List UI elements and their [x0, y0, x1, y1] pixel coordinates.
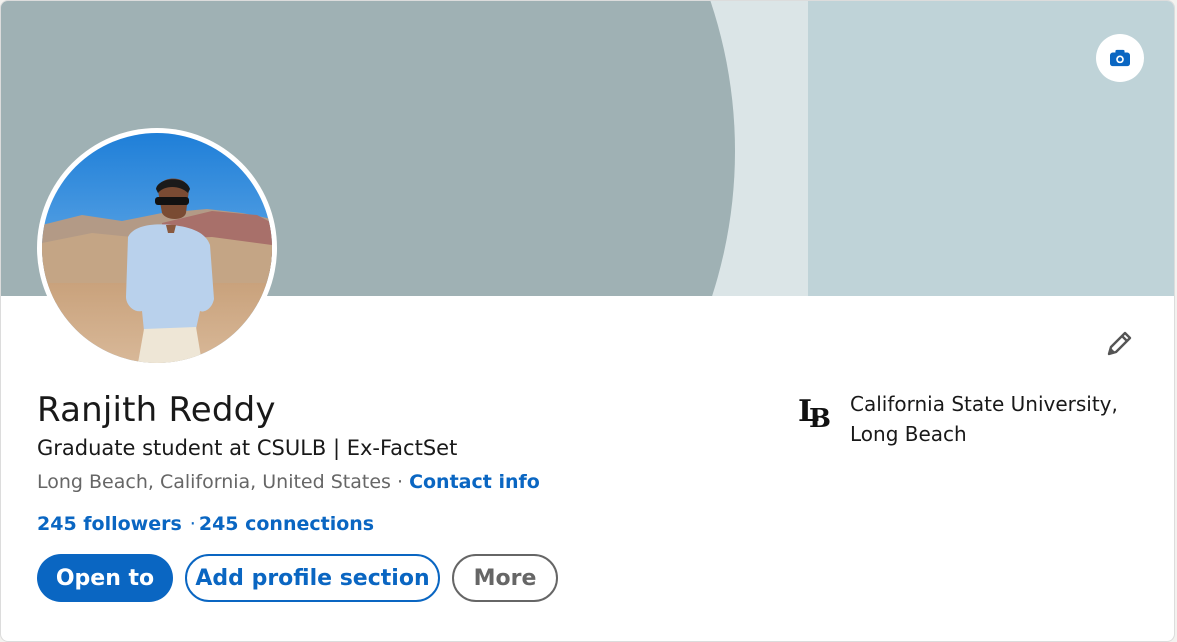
network-separator: ·	[189, 513, 196, 535]
open-to-button[interactable]: Open to	[37, 554, 173, 602]
profile-photo-image	[42, 133, 272, 363]
lb-logo-icon: L B	[798, 394, 831, 431]
school-name-line-2: Long Beach	[850, 422, 967, 446]
school-name: California State University, Long Beach	[850, 389, 1120, 449]
profile-card: Ranjith Reddy Graduate student at CSULB …	[0, 0, 1175, 642]
profile-name: Ranjith Reddy	[37, 390, 276, 430]
profile-headline: Graduate student at CSULB | Ex-FactSet	[37, 436, 458, 460]
contact-info-link[interactable]: Contact info	[409, 471, 540, 493]
svg-text:B: B	[809, 404, 831, 431]
school-name-line-1: California State University,	[850, 392, 1118, 416]
profile-location: Long Beach, California, United States	[37, 471, 391, 493]
location-line: Long Beach, California, United States · …	[37, 468, 540, 496]
pencil-icon	[1107, 331, 1132, 356]
education-item[interactable]: L B California State University, Long Be…	[797, 389, 1127, 449]
edit-background-button[interactable]	[1096, 34, 1144, 82]
profile-photo-illustration	[42, 133, 272, 363]
connections-link[interactable]: 245 connections	[199, 513, 374, 535]
camera-icon	[1110, 49, 1130, 67]
network-line: 245 followers · 245 connections	[37, 510, 374, 538]
followers-link[interactable]: 245 followers	[37, 513, 182, 535]
edit-intro-button[interactable]	[1099, 324, 1139, 364]
more-button[interactable]: More	[452, 554, 558, 602]
add-profile-section-button[interactable]: Add profile section	[185, 554, 440, 602]
location-separator: ·	[396, 471, 404, 493]
profile-photo[interactable]	[37, 128, 277, 368]
